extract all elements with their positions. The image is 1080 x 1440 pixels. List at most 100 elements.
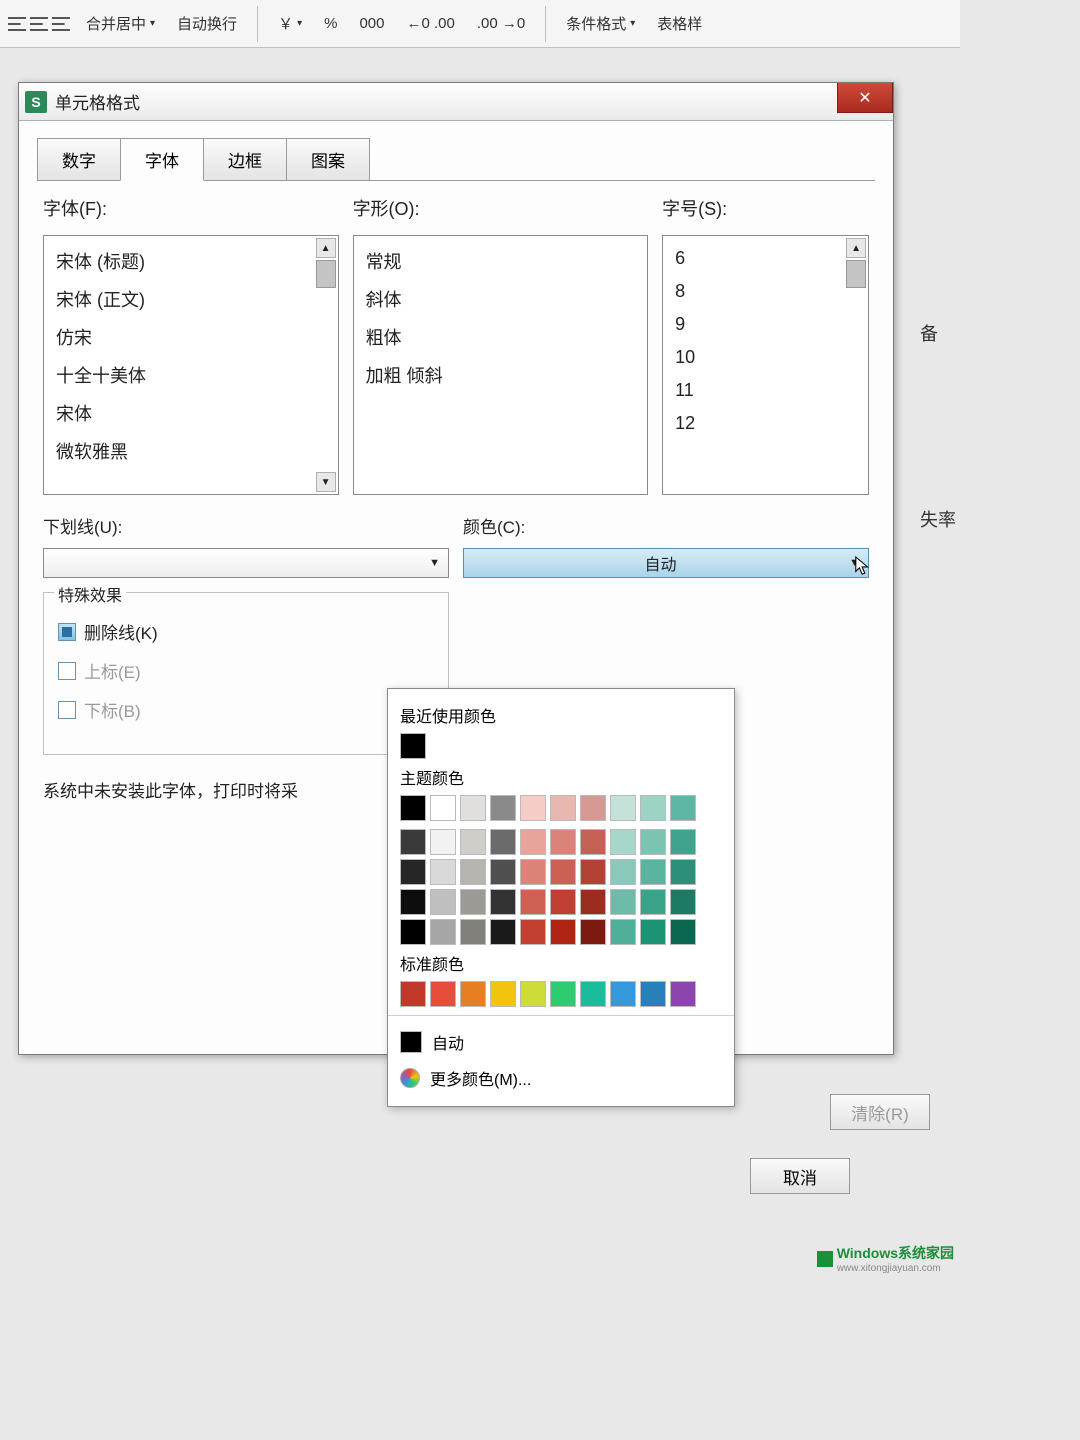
scroll-down-icon[interactable]: ▼ xyxy=(316,472,336,492)
scroll-thumb[interactable] xyxy=(316,260,336,288)
list-item[interactable]: 粗体 xyxy=(356,318,646,356)
color-swatch[interactable] xyxy=(460,859,486,885)
color-combo[interactable]: 自动 ▼ xyxy=(463,548,869,578)
color-swatch[interactable] xyxy=(400,889,426,915)
list-item[interactable]: 10 xyxy=(665,341,866,374)
color-swatch[interactable] xyxy=(490,795,516,821)
color-swatch[interactable] xyxy=(430,859,456,885)
decrease-decimal-button[interactable]: .00 →0 xyxy=(471,13,531,34)
color-swatch[interactable] xyxy=(490,859,516,885)
color-swatch[interactable] xyxy=(490,889,516,915)
color-swatch[interactable] xyxy=(640,829,666,855)
color-swatch[interactable] xyxy=(520,889,546,915)
merge-center-button[interactable]: 合并居中 xyxy=(80,11,161,36)
color-swatch[interactable] xyxy=(400,919,426,945)
color-swatch[interactable] xyxy=(520,829,546,855)
auto-wrap-button[interactable]: 自动换行 xyxy=(171,11,243,36)
list-item[interactable]: 常规 xyxy=(356,242,646,280)
size-listbox[interactable]: 6 8 9 10 11 12 ▲ xyxy=(662,235,869,495)
color-swatch[interactable] xyxy=(430,919,456,945)
increase-decimal-button[interactable]: ←0 .00 xyxy=(400,13,460,34)
color-swatch[interactable] xyxy=(460,795,486,821)
currency-button[interactable]: ￥ xyxy=(272,11,308,36)
auto-color-row[interactable]: 自动 xyxy=(400,1024,722,1060)
cancel-button[interactable]: 取消 xyxy=(750,1158,850,1194)
strike-row[interactable]: 删除线(K) xyxy=(58,619,434,644)
color-swatch[interactable] xyxy=(640,889,666,915)
color-swatch[interactable] xyxy=(550,919,576,945)
color-swatch[interactable] xyxy=(400,733,426,759)
color-swatch[interactable] xyxy=(490,829,516,855)
color-swatch[interactable] xyxy=(610,859,636,885)
color-swatch[interactable] xyxy=(400,859,426,885)
color-swatch[interactable] xyxy=(460,829,486,855)
list-item[interactable]: 6 xyxy=(665,242,866,275)
align-bottom-icon[interactable] xyxy=(52,17,70,31)
color-swatch[interactable] xyxy=(640,919,666,945)
color-swatch[interactable] xyxy=(490,981,516,1007)
percent-button[interactable]: % xyxy=(318,13,343,34)
color-swatch[interactable] xyxy=(670,795,696,821)
tab-font[interactable]: 字体 xyxy=(120,138,204,181)
tab-border[interactable]: 边框 xyxy=(203,138,287,181)
conditional-format-button[interactable]: 条件格式 xyxy=(560,11,641,36)
color-swatch[interactable] xyxy=(520,919,546,945)
color-swatch[interactable] xyxy=(580,829,606,855)
list-item[interactable]: 加粗 倾斜 xyxy=(356,356,646,394)
list-item[interactable]: 仿宋 xyxy=(46,318,336,356)
color-swatch[interactable] xyxy=(670,981,696,1007)
color-swatch[interactable] xyxy=(670,829,696,855)
list-item[interactable]: 宋体 (标题) xyxy=(46,242,336,280)
more-colors-row[interactable]: 更多颜色(M)... xyxy=(400,1060,722,1096)
color-swatch[interactable] xyxy=(580,889,606,915)
color-swatch[interactable] xyxy=(490,919,516,945)
table-style-button[interactable]: 表格样 xyxy=(651,11,708,36)
color-swatch[interactable] xyxy=(520,859,546,885)
list-item[interactable]: 宋体 xyxy=(46,394,336,432)
checkbox-checked-icon[interactable] xyxy=(58,623,76,641)
color-swatch[interactable] xyxy=(520,795,546,821)
scroll-thumb[interactable] xyxy=(846,260,866,288)
list-item[interactable]: 11 xyxy=(665,374,866,407)
align-icons[interactable] xyxy=(8,17,70,31)
color-swatch[interactable] xyxy=(670,859,696,885)
color-swatch[interactable] xyxy=(400,981,426,1007)
list-item[interactable]: 宋体 (正文) xyxy=(46,280,336,318)
align-top-icon[interactable] xyxy=(8,17,26,31)
list-item[interactable]: 微软雅黑 xyxy=(46,432,336,470)
color-swatch[interactable] xyxy=(550,981,576,1007)
list-item[interactable]: 斜体 xyxy=(356,280,646,318)
color-swatch[interactable] xyxy=(580,919,606,945)
color-swatch[interactable] xyxy=(610,795,636,821)
color-swatch[interactable] xyxy=(610,919,636,945)
tab-number[interactable]: 数字 xyxy=(37,138,121,181)
color-swatch[interactable] xyxy=(460,919,486,945)
color-swatch[interactable] xyxy=(640,795,666,821)
close-button[interactable]: ✕ xyxy=(837,83,893,113)
list-item[interactable]: 8 xyxy=(665,275,866,308)
color-swatch[interactable] xyxy=(670,919,696,945)
list-item[interactable]: 十全十美体 xyxy=(46,356,336,394)
color-swatch[interactable] xyxy=(430,889,456,915)
color-swatch[interactable] xyxy=(610,981,636,1007)
color-swatch[interactable] xyxy=(610,829,636,855)
color-swatch[interactable] xyxy=(580,859,606,885)
color-swatch[interactable] xyxy=(550,889,576,915)
color-swatch[interactable] xyxy=(640,981,666,1007)
color-swatch[interactable] xyxy=(670,889,696,915)
list-item[interactable]: 9 xyxy=(665,308,866,341)
color-swatch[interactable] xyxy=(610,889,636,915)
underline-combo[interactable]: ▼ xyxy=(43,548,449,578)
scroll-up-icon[interactable]: ▲ xyxy=(316,238,336,258)
list-item[interactable]: 12 xyxy=(665,407,866,440)
thousands-button[interactable]: 000 xyxy=(353,13,390,34)
color-swatch[interactable] xyxy=(460,889,486,915)
color-swatch[interactable] xyxy=(550,859,576,885)
font-listbox[interactable]: 宋体 (标题) 宋体 (正文) 仿宋 十全十美体 宋体 微软雅黑 ▲ ▼ xyxy=(43,235,339,495)
align-middle-icon[interactable] xyxy=(30,17,48,31)
color-swatch[interactable] xyxy=(400,795,426,821)
color-swatch[interactable] xyxy=(430,981,456,1007)
style-listbox[interactable]: 常规 斜体 粗体 加粗 倾斜 xyxy=(353,235,649,495)
color-swatch[interactable] xyxy=(520,981,546,1007)
scroll-up-icon[interactable]: ▲ xyxy=(846,238,866,258)
